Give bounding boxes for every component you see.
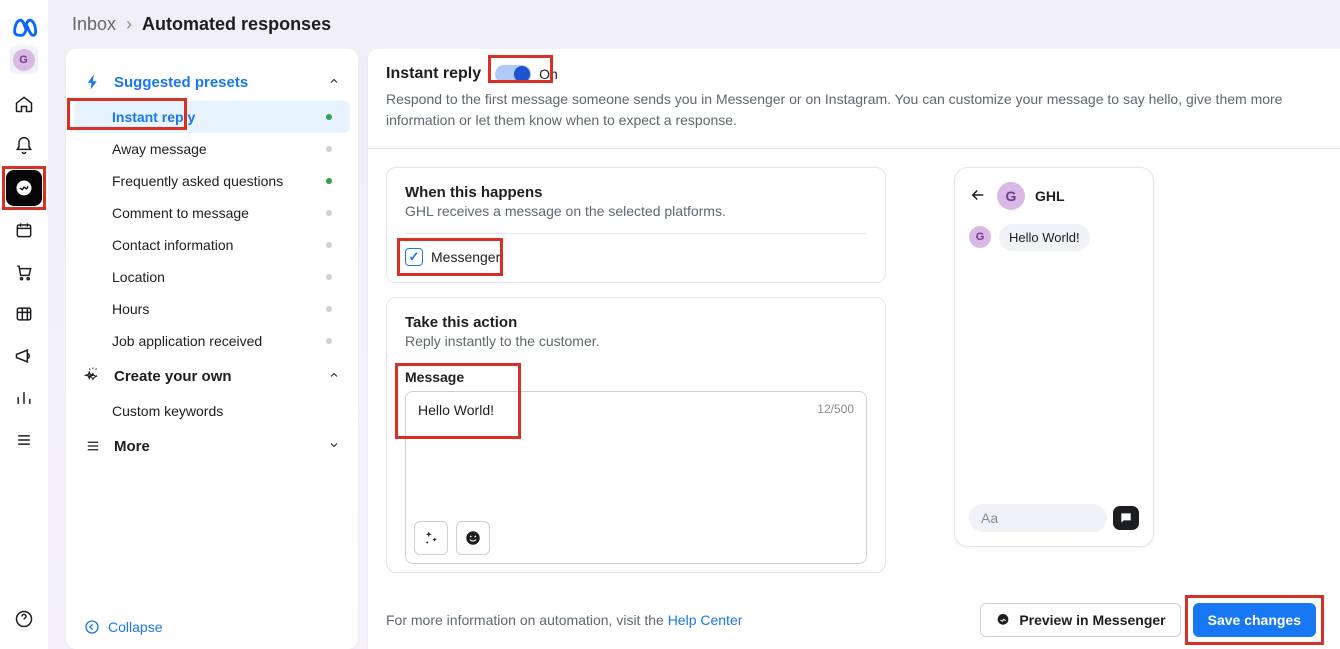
emoji-button[interactable]: [456, 521, 490, 555]
sidebar-item-label: Custom keywords: [112, 403, 223, 419]
sparkle-icon: [84, 367, 102, 385]
preview-in-messenger-button[interactable]: Preview in Messenger: [980, 603, 1180, 637]
create-label: Create your own: [114, 368, 316, 385]
save-btn-label: Save changes: [1208, 612, 1301, 628]
message-textarea[interactable]: Hello World! 12/500: [406, 392, 866, 512]
automation-sidebar: Suggested presets Instant reply Away mes…: [66, 49, 358, 649]
menu-icon: [84, 437, 102, 455]
breadcrumb-parent[interactable]: Inbox: [72, 14, 116, 35]
message-text: Hello World!: [418, 402, 494, 418]
rail-menu-icon[interactable]: [6, 422, 42, 458]
bolt-icon: [84, 73, 102, 91]
rail-posts-icon[interactable]: [6, 212, 42, 248]
rail-cart-icon[interactable]: [6, 254, 42, 290]
save-changes-button[interactable]: Save changes: [1193, 603, 1316, 637]
message-label: Message: [405, 369, 867, 385]
section-create-your-own[interactable]: Create your own: [66, 357, 358, 395]
personalize-button[interactable]: [414, 521, 448, 555]
breadcrumb: Inbox › Automated responses: [48, 0, 1340, 49]
action-card: Take this action Reply instantly to the …: [386, 297, 886, 573]
section-suggested-presets[interactable]: Suggested presets: [66, 63, 358, 101]
message-preview: G GHL G Hello World! Aa: [954, 167, 1154, 547]
preview-input: Aa: [969, 504, 1107, 532]
preview-msg-avatar: G: [969, 226, 991, 248]
sidebar-item-label: Away message: [112, 141, 207, 157]
when-card: When this happens GHL receives a message…: [386, 167, 886, 283]
preview-name: GHL: [1035, 188, 1065, 204]
sidebar-item-faq[interactable]: Frequently asked questions: [74, 165, 350, 197]
collapse-icon: [84, 619, 100, 635]
section-more[interactable]: More: [66, 427, 358, 465]
rail-table-icon[interactable]: [6, 296, 42, 332]
sidebar-item-label: Location: [112, 269, 165, 285]
sidebar-item-label: Instant reply: [112, 109, 195, 125]
account-avatar[interactable]: G: [10, 46, 38, 74]
preview-avatar: G: [997, 182, 1025, 210]
footer-info: For more information on automation, visi…: [386, 612, 742, 628]
action-heading: Take this action: [405, 314, 867, 331]
rail-help-icon[interactable]: [6, 601, 42, 637]
toggle-state-label: On: [539, 66, 558, 82]
instant-reply-toggle[interactable]: [495, 65, 531, 83]
breadcrumb-current: Automated responses: [142, 14, 331, 35]
when-sub: GHL receives a message on the selected p…: [405, 203, 867, 219]
preview-btn-label: Preview in Messenger: [1019, 612, 1165, 628]
rail-insights-icon[interactable]: [6, 380, 42, 416]
messenger-icon: [995, 612, 1011, 628]
avatar-initial: G: [19, 54, 28, 66]
sidebar-item-hours[interactable]: Hours: [74, 293, 350, 325]
preview-send-icon: [1113, 506, 1139, 530]
left-rail: G: [0, 0, 48, 649]
sidebar-item-label: Hours: [112, 301, 149, 317]
content-pane: Instant reply On Respond to the first me…: [368, 49, 1340, 649]
more-label: More: [114, 438, 316, 455]
preview-back-icon[interactable]: [969, 186, 987, 207]
sidebar-item-location[interactable]: Location: [74, 261, 350, 293]
sidebar-item-label: Job application received: [112, 333, 262, 349]
sidebar-item-comment-to-message[interactable]: Comment to message: [74, 197, 350, 229]
rail-inbox-icon[interactable]: [6, 170, 42, 206]
rail-home-icon[interactable]: [6, 86, 42, 122]
sidebar-item-label: Comment to message: [112, 205, 249, 221]
chevron-up-icon: [328, 74, 340, 90]
collapse-sidebar[interactable]: Collapse: [66, 605, 358, 649]
preview-bubble: Hello World!: [999, 224, 1090, 251]
chevron-up-icon: [328, 368, 340, 384]
message-box: Hello World! 12/500: [405, 391, 867, 564]
sidebar-item-label: Frequently asked questions: [112, 173, 283, 189]
presets-label: Suggested presets: [114, 74, 316, 91]
sidebar-item-contact-info[interactable]: Contact information: [74, 229, 350, 261]
sidebar-item-away-message[interactable]: Away message: [74, 133, 350, 165]
chevron-down-icon: [328, 438, 340, 454]
sidebar-item-job-app[interactable]: Job application received: [74, 325, 350, 357]
messenger-label: Messenger: [431, 249, 500, 265]
sidebar-item-custom-keywords[interactable]: Custom keywords: [74, 395, 350, 427]
meta-logo-icon: [10, 12, 38, 40]
action-sub: Reply instantly to the customer.: [405, 333, 867, 349]
help-center-link[interactable]: Help Center: [668, 612, 743, 628]
chevron-right-icon: ›: [126, 14, 132, 35]
rail-megaphone-icon[interactable]: [6, 338, 42, 374]
page-title: Instant reply: [386, 65, 481, 83]
messenger-checkbox[interactable]: [405, 248, 423, 266]
rail-bell-icon[interactable]: [6, 128, 42, 164]
sidebar-item-label: Contact information: [112, 237, 233, 253]
sidebar-item-instant-reply[interactable]: Instant reply: [74, 101, 350, 133]
char-counter: 12/500: [817, 402, 854, 416]
preset-items: Instant reply Away message Frequently as…: [66, 101, 358, 357]
page-description: Respond to the first message someone sen…: [386, 89, 1316, 130]
when-heading: When this happens: [405, 184, 867, 201]
collapse-label: Collapse: [108, 619, 162, 635]
